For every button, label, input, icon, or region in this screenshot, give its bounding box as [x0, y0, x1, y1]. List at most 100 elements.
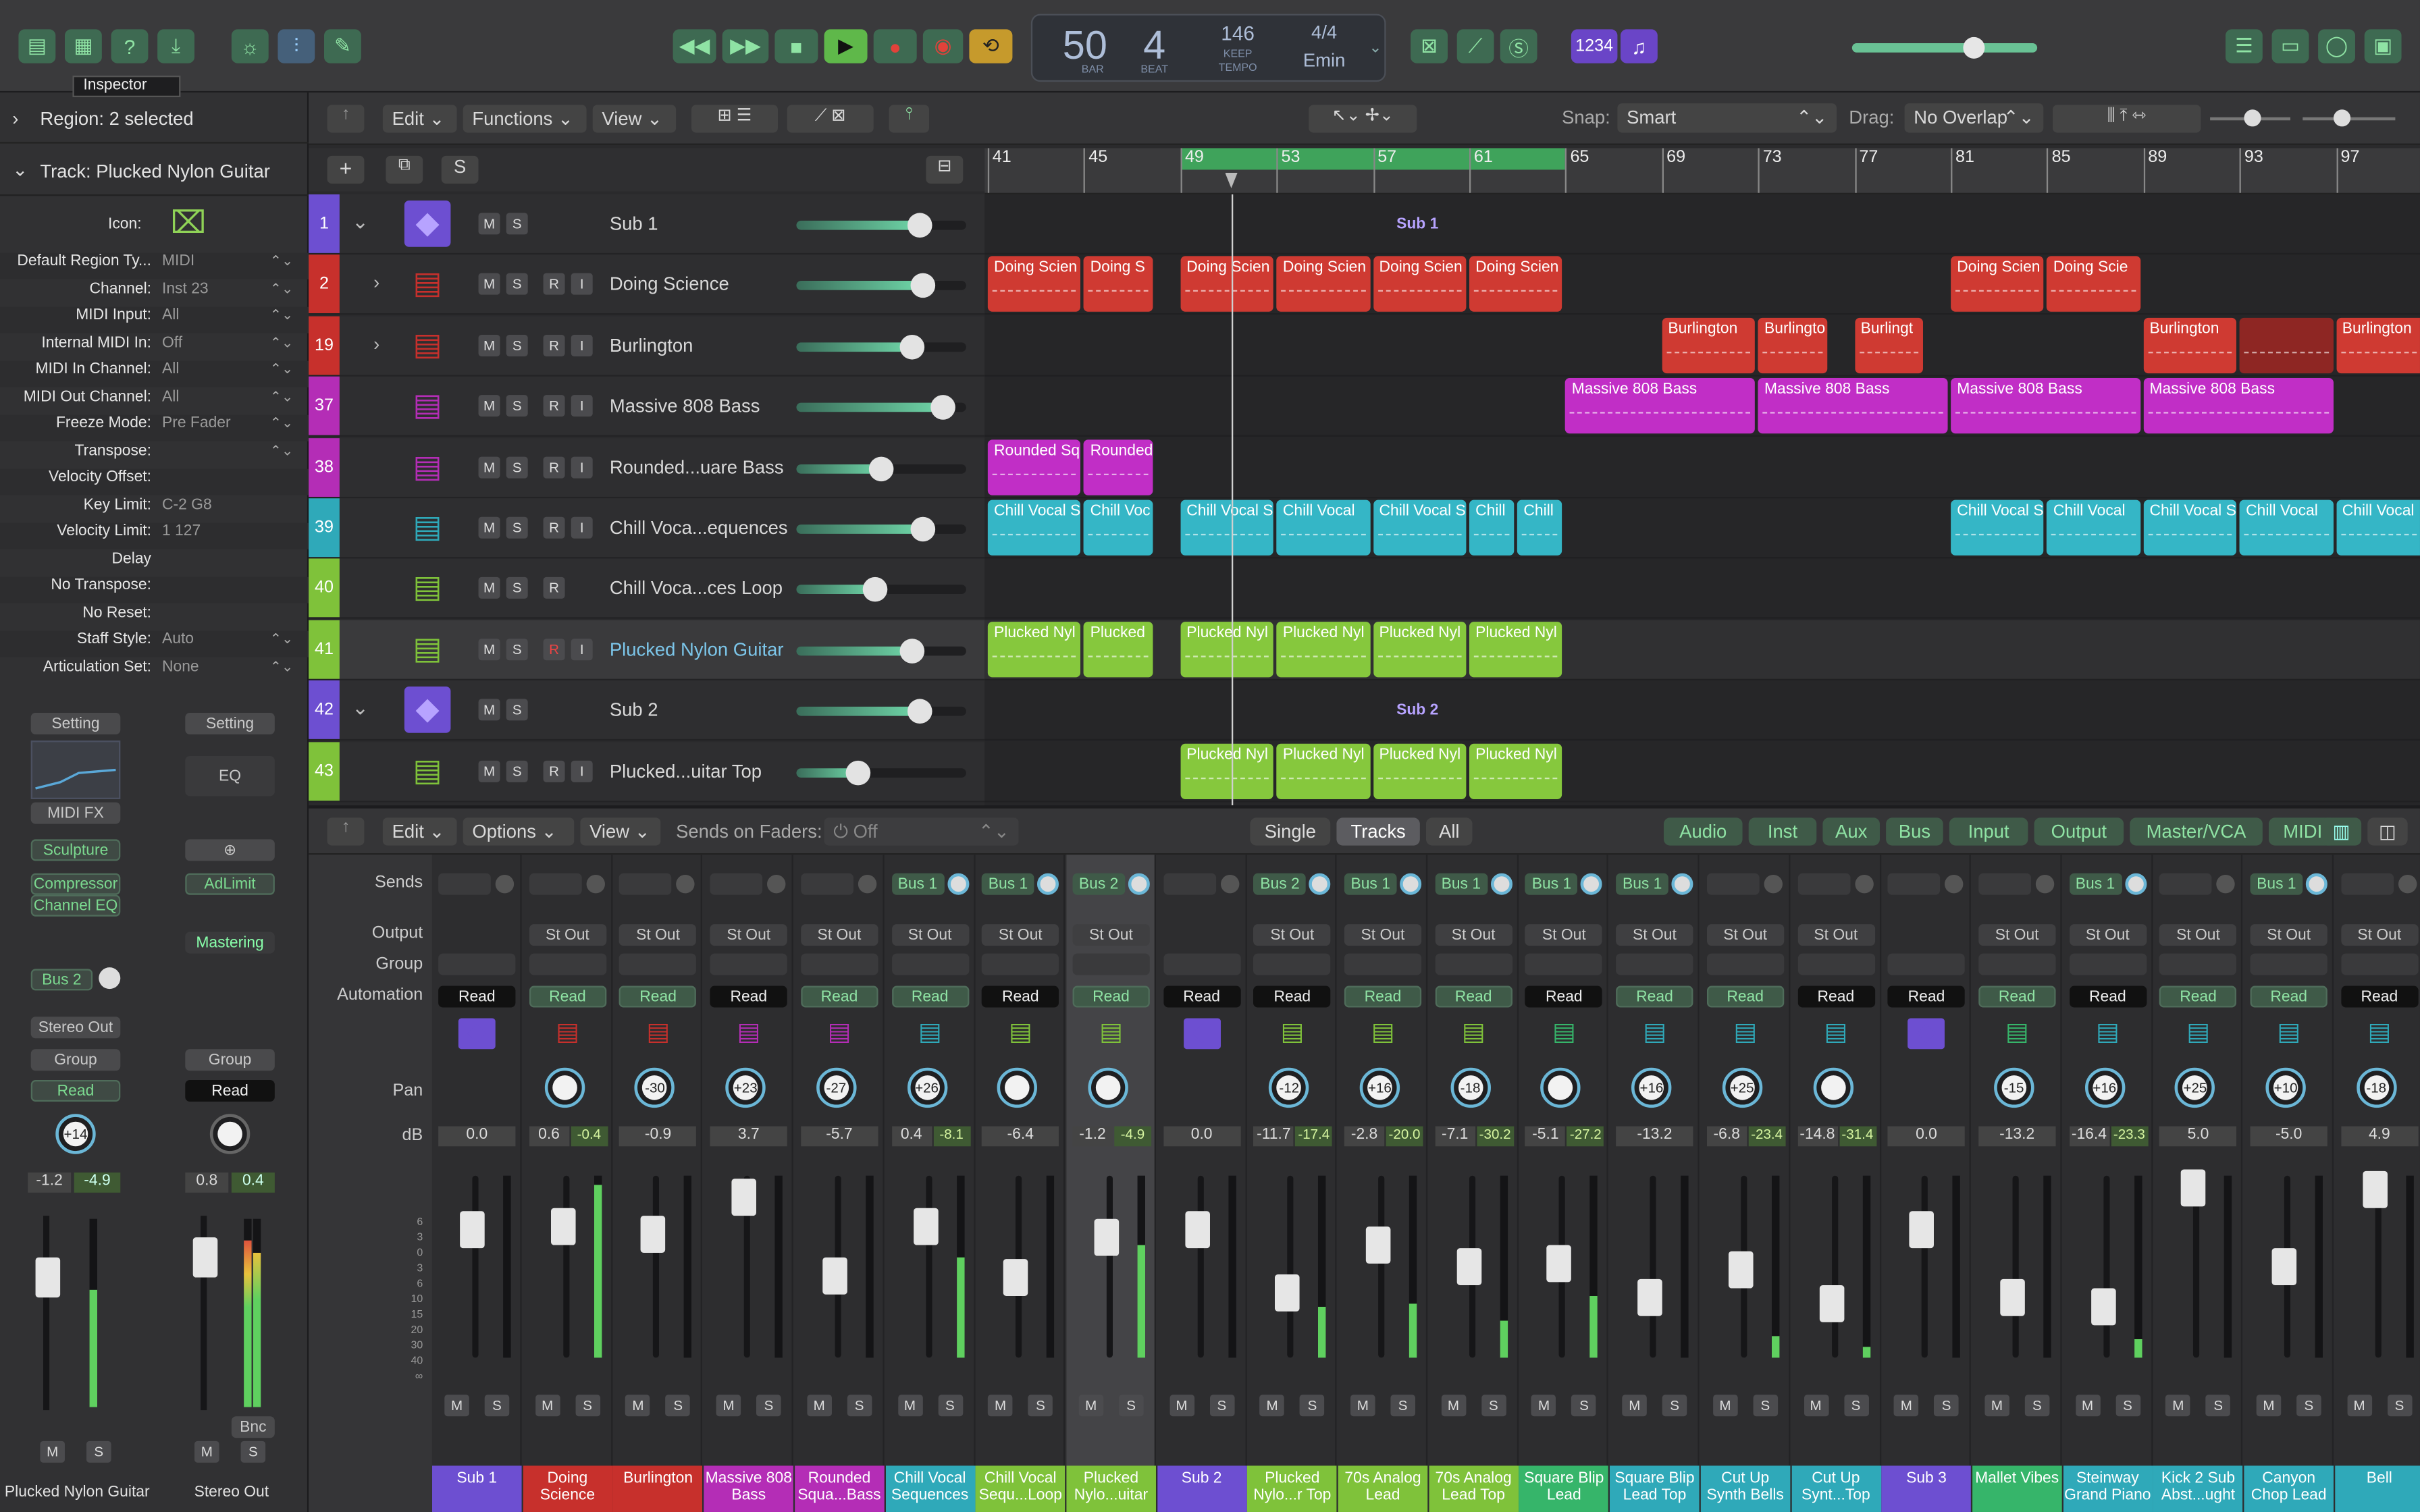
fader-track[interactable]	[1196, 1175, 1203, 1358]
library-icon[interactable]: ▤	[18, 29, 56, 63]
solo-button[interactable]: S	[937, 1395, 963, 1417]
track-volume-slider[interactable]	[796, 395, 966, 421]
send-slot[interactable]	[1163, 873, 1216, 895]
send-knob[interactable]	[677, 874, 695, 894]
vertical-zoom-slider[interactable]	[2210, 109, 2290, 127]
solo-button[interactable]: S	[506, 577, 528, 599]
fader-track[interactable]	[1378, 1175, 1385, 1358]
solo-button[interactable]: S	[506, 273, 528, 296]
solo-button[interactable]: S	[756, 1395, 781, 1417]
output-slot[interactable]: St Out	[2340, 924, 2418, 946]
mute-button[interactable]: M	[716, 1395, 741, 1417]
output-slot[interactable]	[1888, 924, 1965, 946]
channel-icon[interactable]: ▤	[1365, 1019, 1402, 1050]
track-volume-knob[interactable]	[845, 759, 870, 785]
send-knob[interactable]	[1581, 873, 1603, 895]
channel-icon[interactable]: ▤	[639, 1019, 677, 1050]
volume-fader[interactable]	[912, 1208, 938, 1245]
automation-mode[interactable]: Read	[1978, 986, 2056, 1008]
volume-fader[interactable]	[35, 1257, 61, 1298]
automation-mode[interactable]: Read	[2340, 986, 2418, 1008]
automation-mode[interactable]: Read	[1616, 986, 1693, 1008]
param-row[interactable]: MIDI In Channel: All ⌃⌄	[0, 360, 309, 387]
automation-mode[interactable]: Read	[1163, 986, 1240, 1008]
region[interactable]: Chill Vocal S	[1951, 500, 2045, 556]
drag-select[interactable]: No Overlap ⌃⌄	[1904, 103, 2044, 133]
param-row[interactable]: Transpose: ⌃⌄	[0, 442, 309, 468]
track-header[interactable]: 42 ⌄ ◆ M S Sub 2	[309, 680, 985, 741]
fader-track[interactable]	[472, 1175, 479, 1358]
mute-button[interactable]: M	[478, 213, 500, 235]
send-slot[interactable]	[710, 873, 763, 895]
output-slot[interactable]: St Out	[2069, 924, 2147, 946]
mute-button[interactable]: M	[478, 273, 500, 296]
channel-name[interactable]: Burlington	[613, 1465, 703, 1512]
automation-mode[interactable]: Read	[1072, 986, 1150, 1008]
group-slot[interactable]	[1072, 953, 1150, 975]
send-knob[interactable]	[1945, 874, 1964, 894]
input-monitor-button[interactable]: I	[571, 273, 593, 296]
channel-name[interactable]: Plucked Nylo...r Top	[1247, 1465, 1338, 1512]
send-knob[interactable]	[947, 873, 969, 895]
pan-knob[interactable]: -15	[1993, 1067, 2034, 1108]
inspector-icon[interactable]: ▦	[64, 29, 102, 63]
fader-track[interactable]	[1650, 1175, 1656, 1358]
group-slot[interactable]	[2340, 953, 2418, 975]
solo-button[interactable]: S	[847, 1395, 872, 1417]
pan-knob[interactable]	[997, 1067, 1038, 1108]
master-volume-slider[interactable]	[1851, 36, 2038, 59]
group-slot[interactable]: Group	[30, 1049, 121, 1071]
pan-knob[interactable]: +16	[2084, 1067, 2125, 1108]
volume-fader[interactable]	[1275, 1273, 1300, 1311]
mute-button[interactable]: M	[988, 1395, 1013, 1417]
instrument-icon[interactable]: ▤	[404, 443, 451, 490]
stepper-icon[interactable]: ⌃⌄	[270, 631, 293, 648]
instrument-icon[interactable]: ▤	[404, 565, 451, 612]
send-knob[interactable]	[767, 874, 786, 894]
chevron-down-icon[interactable]: ⌄	[12, 159, 28, 180]
track-header[interactable]: 19 › ▤ M S R I Burlington	[309, 316, 985, 377]
guitar-icon[interactable]: ⌧	[169, 204, 207, 244]
horizontal-zoom-slider[interactable]	[2303, 109, 2396, 127]
solo-button[interactable]: S	[2387, 1395, 2412, 1417]
track-name[interactable]: Chill Voca...equences	[610, 517, 788, 539]
metronome-icon[interactable]: ♫	[1620, 29, 1658, 63]
region[interactable]: Chill Vocal	[2047, 500, 2140, 556]
automation-mode[interactable]: Read	[800, 986, 878, 1008]
region[interactable]: Doing S	[1084, 256, 1153, 313]
group-slot[interactable]	[1978, 953, 2056, 975]
channel-icon[interactable]: ▤	[2089, 1019, 2126, 1050]
send-knob[interactable]	[858, 874, 876, 894]
channel-name[interactable]: Square Blip Lead	[1519, 1465, 1609, 1512]
mixer-icon[interactable]: ⫶	[278, 29, 315, 63]
param-value[interactable]: MIDI	[162, 253, 194, 270]
tool-menu[interactable]: ↖⌄ ✢⌄	[1309, 105, 1417, 133]
param-row[interactable]: Internal MIDI In: Off ⌃⌄	[0, 334, 309, 360]
pan-knob[interactable]: +25	[1722, 1067, 1762, 1108]
channel-name[interactable]: Sub 3	[1881, 1465, 1972, 1512]
send-slot[interactable]	[800, 873, 853, 895]
track-name[interactable]: Plucked Nylon Guitar	[610, 639, 784, 660]
output-slot[interactable]: St Out	[2250, 924, 2327, 946]
region[interactable]: Plucked Nyl	[1180, 621, 1274, 677]
send-slot[interactable]: Bus 1	[2250, 873, 2303, 895]
output-slot[interactable]: St Out	[1706, 924, 1784, 946]
edit-menu[interactable]: Edit ⌄	[382, 105, 457, 133]
track-name[interactable]: Sub 1	[610, 213, 658, 234]
send-slot[interactable]: Bus 1	[2069, 873, 2122, 895]
lcd-display[interactable]: 50 4 BAR BEAT 146 KEEP TEMPO 4/4 Emin ⌄	[1030, 14, 1386, 82]
group-slot[interactable]	[891, 953, 969, 975]
stepper-icon[interactable]: ⌃⌄	[270, 442, 293, 459]
track-name[interactable]: Massive 808 Bass	[610, 396, 760, 417]
setting-button-out[interactable]: Setting	[185, 712, 275, 734]
region[interactable]: Plucked Nyl	[1469, 742, 1563, 799]
track-header[interactable]: 1 ⌄ ◆ M S Sub 1	[309, 194, 985, 255]
send-slot[interactable]	[529, 873, 581, 895]
region[interactable]: Chill Vocal S	[987, 500, 1081, 556]
param-row[interactable]: Delay	[0, 550, 309, 576]
output-slot[interactable]	[438, 924, 515, 946]
pan-knob[interactable]	[1812, 1067, 1853, 1108]
track-volume-knob[interactable]	[862, 577, 888, 603]
instrument-icon[interactable]: ▤	[404, 626, 451, 673]
stepper-icon[interactable]: ⌃⌄	[270, 307, 293, 324]
